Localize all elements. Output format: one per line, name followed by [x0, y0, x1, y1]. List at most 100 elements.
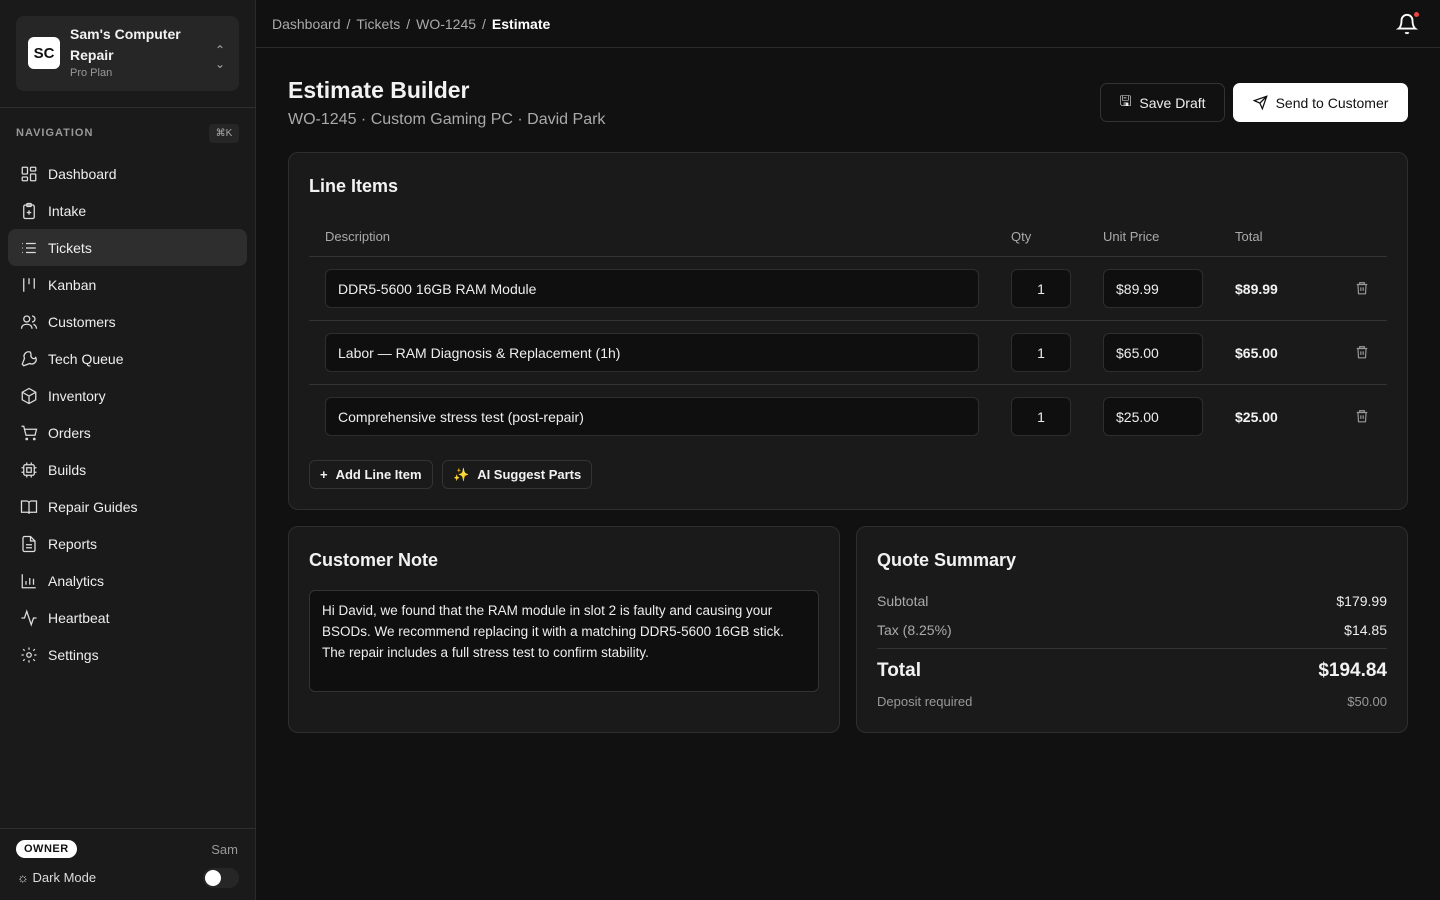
cart-icon: [20, 424, 38, 442]
activity-icon: [20, 609, 38, 627]
sidebar: SC Sam's Computer Repair Pro Plan ⌃⌄ NAV…: [0, 0, 256, 900]
subtotal-value: $179.99: [1336, 593, 1387, 609]
topbar: Dashboard/Tickets/WO-1245/Estimate: [256, 0, 1440, 48]
gear-icon: [20, 646, 38, 664]
sidebar-item-tech-queue[interactable]: Tech Queue: [8, 340, 247, 377]
customer-note-textarea[interactable]: Hi David, we found that the RAM module i…: [309, 590, 819, 692]
qty-input[interactable]: 1: [1011, 333, 1071, 372]
save-icon: 🖫: [1119, 91, 1131, 115]
line-total: $89.99: [1235, 281, 1278, 297]
dashboard-icon: [20, 165, 38, 183]
role-badge: OWNER: [16, 840, 77, 858]
breadcrumb-dashboard[interactable]: Dashboard: [272, 16, 341, 32]
users-icon: [20, 313, 38, 331]
sidebar-item-label: Inventory: [48, 388, 106, 404]
cpu-icon: [20, 461, 38, 479]
breadcrumb-ticket[interactable]: WO-1245: [416, 16, 476, 32]
line-total: $65.00: [1235, 345, 1278, 361]
chevrons-up-down-icon: ⌃⌄: [215, 43, 225, 71]
divider: [877, 648, 1387, 649]
sidebar-item-orders[interactable]: Orders: [8, 414, 247, 451]
page-subtitle: WO-1245 · Custom Gaming PC · David Park: [288, 111, 605, 129]
unit-price-input[interactable]: $65.00: [1103, 333, 1203, 372]
sidebar-item-heartbeat[interactable]: Heartbeat: [8, 599, 247, 636]
unit-price-input[interactable]: $25.00: [1103, 397, 1203, 436]
sidebar-item-settings[interactable]: Settings: [8, 636, 247, 673]
sidebar-item-label: Settings: [48, 647, 99, 663]
unit-price-input[interactable]: $89.99: [1103, 269, 1203, 308]
user-name: Sam: [211, 842, 238, 857]
description-input[interactable]: Labor — RAM Diagnosis & Replacement (1h): [325, 333, 979, 372]
sidebar-item-intake[interactable]: Intake: [8, 192, 247, 229]
qty-input[interactable]: 1: [1011, 269, 1071, 308]
sidebar-item-label: Analytics: [48, 573, 104, 589]
sidebar-item-inventory[interactable]: Inventory: [8, 377, 247, 414]
line-total: $25.00: [1235, 409, 1278, 425]
sidebar-item-label: Tech Queue: [48, 351, 124, 367]
add-line-item-button[interactable]: + Add Line Item: [309, 460, 433, 489]
list-icon: [20, 239, 38, 257]
quote-summary-card: Quote Summary Subtotal$179.99 Tax (8.25%…: [856, 526, 1408, 733]
trash-icon: [1355, 344, 1369, 360]
book-icon: [20, 498, 38, 516]
deposit-label: Deposit required: [877, 694, 972, 709]
bar-chart-icon: [20, 572, 38, 590]
clipboard-plus-icon: [20, 202, 38, 220]
line-items-title: Line Items: [309, 176, 398, 197]
divider: [309, 256, 1387, 257]
breadcrumb-tickets[interactable]: Tickets: [356, 16, 400, 32]
sidebar-item-repair-guides[interactable]: Repair Guides: [8, 488, 247, 525]
command-shortcut[interactable]: ⌘K: [209, 124, 239, 143]
ai-suggest-button[interactable]: ✨AI Suggest Parts: [442, 460, 592, 489]
total-value: $194.84: [1318, 660, 1387, 682]
qty-input[interactable]: 1: [1011, 397, 1071, 436]
file-icon: [20, 535, 38, 553]
delete-line-button[interactable]: [1355, 408, 1369, 427]
sidebar-item-reports[interactable]: Reports: [8, 525, 247, 562]
wrench-icon: [20, 350, 38, 368]
plus-icon: +: [320, 467, 328, 482]
header-qty: Qty: [1011, 229, 1031, 244]
divider: [0, 107, 255, 108]
send-to-customer-button[interactable]: Send to Customer: [1233, 83, 1408, 122]
deposit-value: $50.00: [1347, 694, 1387, 709]
total-label: Total: [877, 660, 921, 682]
org-switcher[interactable]: SC Sam's Computer Repair Pro Plan ⌃⌄: [16, 16, 239, 91]
sidebar-item-builds[interactable]: Builds: [8, 451, 247, 488]
sidebar-item-label: Dashboard: [48, 166, 117, 182]
header-description: Description: [325, 229, 390, 244]
sparkles-icon: ✨: [453, 467, 469, 483]
add-label: Add Line Item: [336, 467, 422, 482]
description-input[interactable]: Comprehensive stress test (post-repair): [325, 397, 979, 436]
divider: [309, 384, 1387, 385]
org-name: Sam's Computer Repair: [70, 24, 210, 66]
sidebar-item-dashboard[interactable]: Dashboard: [8, 155, 247, 192]
delete-line-button[interactable]: [1355, 344, 1369, 363]
delete-line-button[interactable]: [1355, 280, 1369, 299]
sidebar-item-tickets[interactable]: Tickets: [8, 229, 247, 266]
sidebar-item-analytics[interactable]: Analytics: [8, 562, 247, 599]
save-draft-button[interactable]: 🖫 Save Draft: [1100, 83, 1225, 122]
package-icon: [20, 387, 38, 405]
notifications-button[interactable]: [1396, 12, 1418, 39]
sidebar-item-label: Reports: [48, 536, 97, 552]
divider: [0, 828, 255, 829]
nav-list: Dashboard IntakeTickets Kanban Customers Tec…: [8, 155, 247, 673]
notification-dot: [1414, 12, 1419, 17]
sidebar-item-customers[interactable]: Customers: [8, 303, 247, 340]
dark-mode-label: ☼ Dark Mode: [17, 870, 96, 885]
sidebar-item-label: Kanban: [48, 277, 96, 293]
quote-summary-title: Quote Summary: [877, 550, 1016, 571]
sidebar-item-label: Repair Guides: [48, 499, 138, 515]
breadcrumb: Dashboard/Tickets/WO-1245/Estimate: [272, 16, 550, 32]
sidebar-item-label: Customers: [48, 314, 116, 330]
description-input[interactable]: DDR5-5600 16GB RAM Module: [325, 269, 979, 308]
nav-label: NAVIGATION: [16, 127, 93, 139]
sidebar-item-label: Builds: [48, 462, 86, 478]
trash-icon: [1355, 280, 1369, 296]
send-label: Send to Customer: [1276, 95, 1389, 111]
save-label: Save Draft: [1139, 95, 1205, 111]
org-plan: Pro Plan: [70, 67, 112, 79]
dark-mode-toggle[interactable]: [203, 868, 239, 888]
sidebar-item-kanban[interactable]: Kanban: [8, 266, 247, 303]
